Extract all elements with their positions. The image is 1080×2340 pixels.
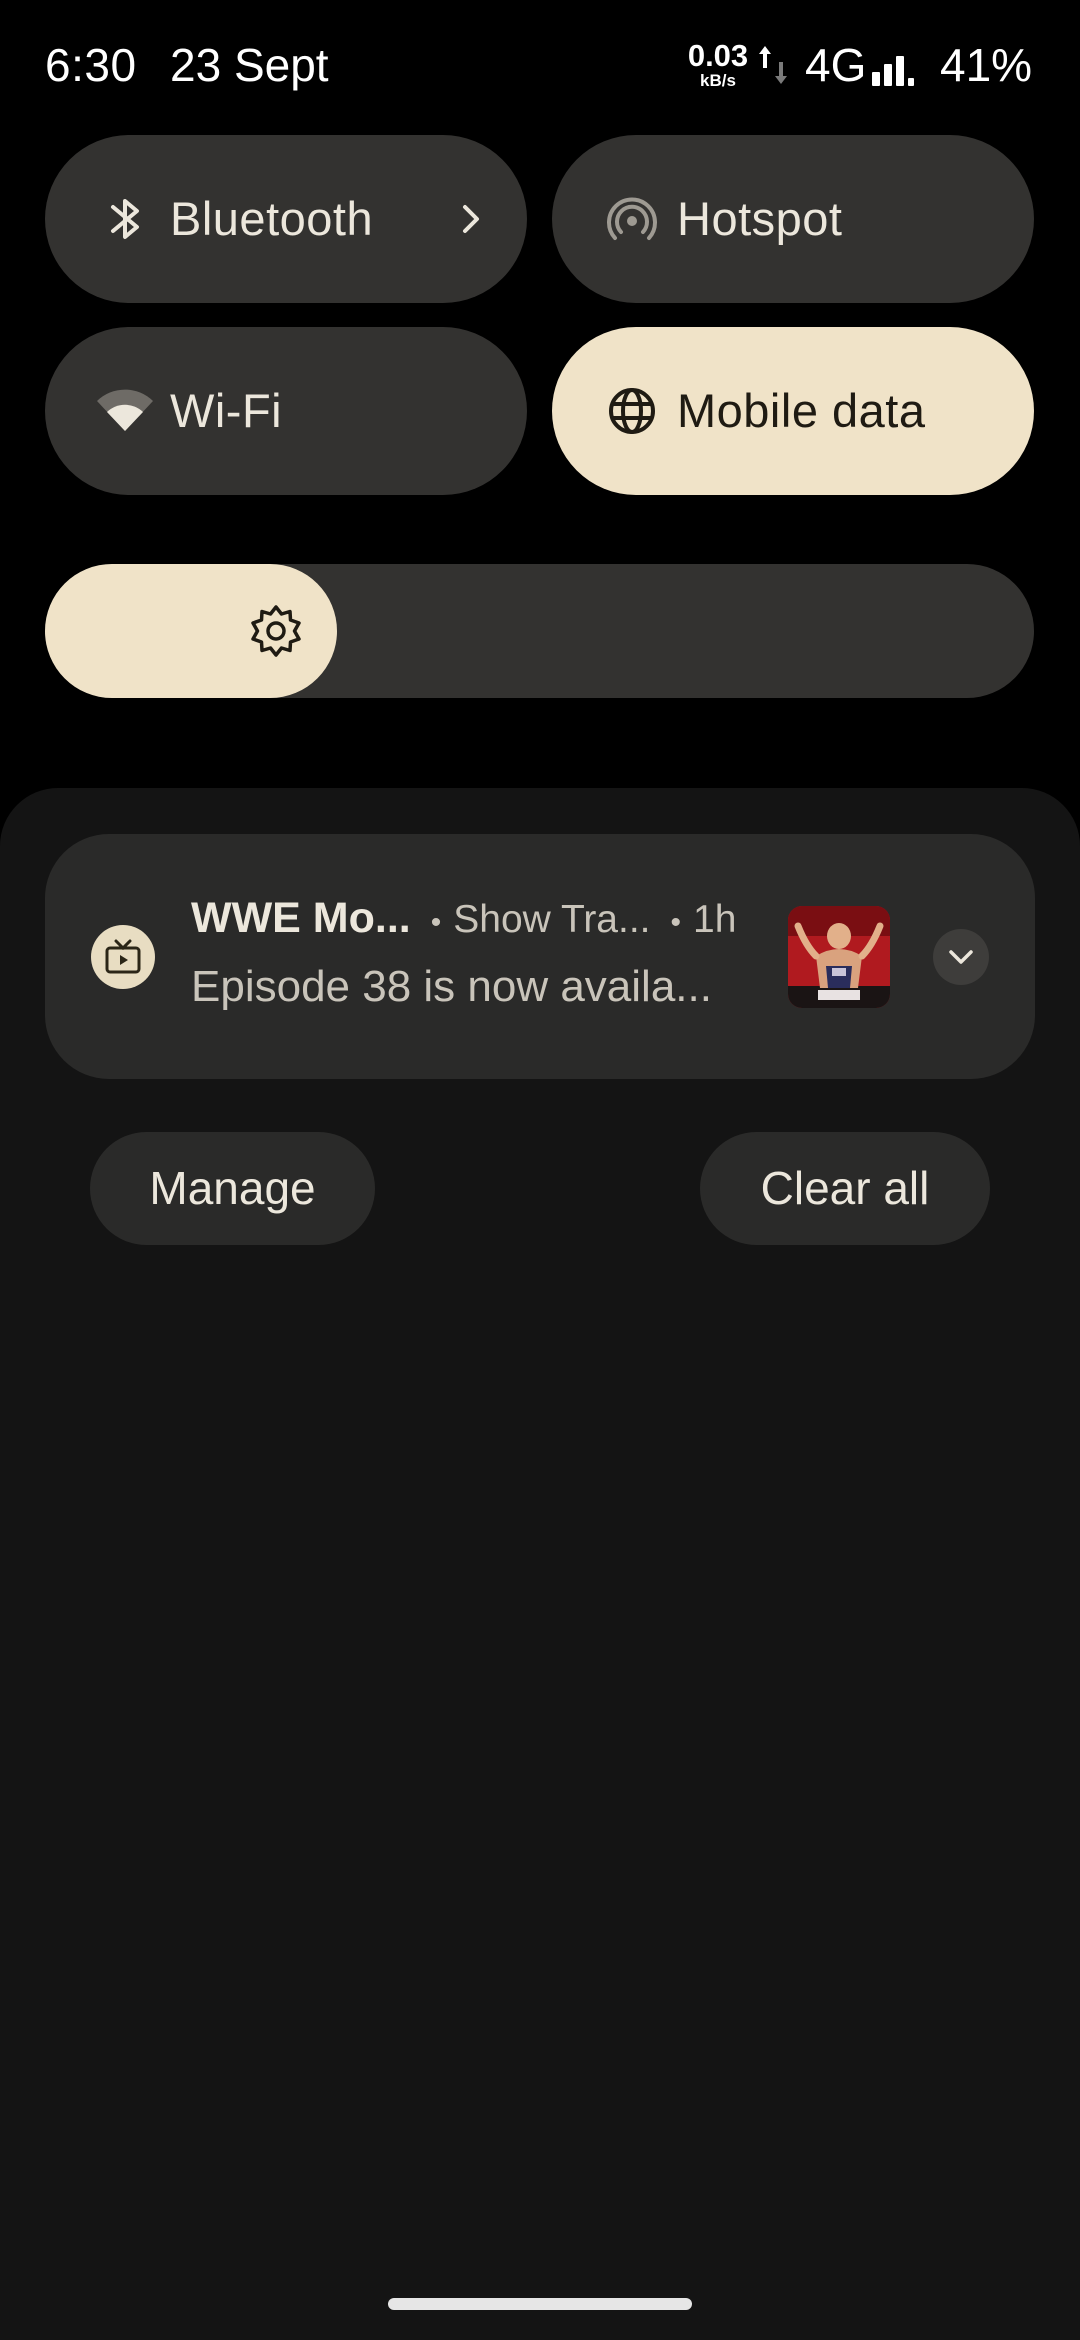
tile-bluetooth[interactable]: Bluetooth <box>45 135 527 303</box>
notification-card[interactable]: WWE Mo... • Show Tra... • 1h Episode 38 … <box>45 834 1035 1079</box>
tile-mobile-data[interactable]: Mobile data <box>552 327 1034 495</box>
notification-body: Episode 38 is now availa... <box>191 962 712 1011</box>
separator-dot: • <box>670 906 682 939</box>
expand-notification-button[interactable] <box>933 929 989 985</box>
network-speed-unit: kB/s <box>700 71 736 90</box>
tile-hotspot[interactable]: Hotspot <box>552 135 1034 303</box>
status-time: 6:30 <box>45 39 137 91</box>
status-bar: 6:30 23 Sept 0.03 kB/s 4G 41% <box>0 0 1080 130</box>
tile-wifi[interactable]: Wi-Fi <box>45 327 527 495</box>
status-date: 23 Sept <box>170 39 329 91</box>
chevron-right-icon[interactable] <box>449 197 493 241</box>
notification-header: WWE Mo... • Show Tra... • 1h <box>191 894 791 954</box>
tile-label: Wi-Fi <box>170 384 283 437</box>
tv-icon <box>105 939 141 974</box>
tile-label: Bluetooth <box>170 192 374 245</box>
manage-button[interactable]: Manage <box>90 1132 375 1245</box>
home-indicator[interactable] <box>388 2298 692 2310</box>
wifi-icon <box>97 389 153 431</box>
wrestler-thumbnail-image <box>788 906 890 1008</box>
bluetooth-icon <box>111 199 139 239</box>
signal-strength-icon <box>872 56 914 86</box>
notification-thumbnail <box>788 906 890 1008</box>
brightness-slider[interactable] <box>45 564 1034 698</box>
tile-label: Hotspot <box>677 192 843 245</box>
network-type: 4G <box>805 39 867 91</box>
clear-all-button[interactable]: Clear all <box>700 1132 990 1245</box>
tile-label: Mobile data <box>677 384 926 437</box>
brightness-icon <box>251 605 301 657</box>
notification-time: 1h <box>693 898 737 941</box>
notification-app-name: WWE Mo... <box>191 894 411 942</box>
app-icon <box>91 925 155 989</box>
hotspot-icon <box>607 197 657 240</box>
network-speed-value: 0.03 <box>687 38 749 73</box>
battery-percent: 41% <box>940 39 1033 91</box>
chevron-down-icon <box>949 950 973 964</box>
data-activity-icon <box>759 46 787 84</box>
notification-shade-screen: 6:30 23 Sept 0.03 kB/s 4G 41% Bluetooth <box>0 0 1080 2340</box>
globe-icon <box>609 388 655 434</box>
network-speed: 0.03 kB/s <box>682 40 754 90</box>
separator-dot: • <box>430 906 442 939</box>
notification-channel: Show Tra... <box>453 898 651 941</box>
